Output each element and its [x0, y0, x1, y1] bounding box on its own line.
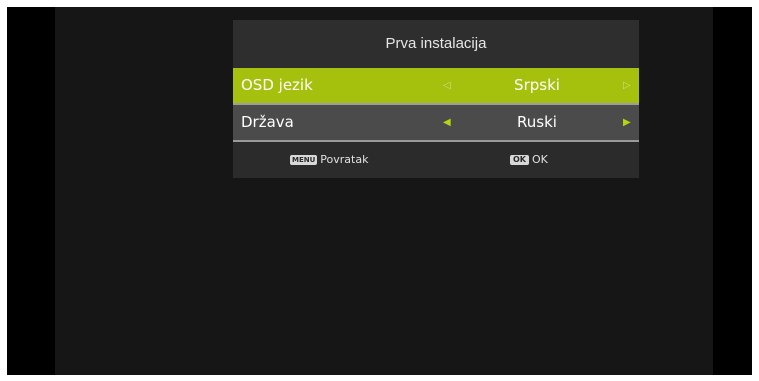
osd-language-label: OSD jezik: [241, 76, 313, 94]
dialog-title: Prva instalacija: [233, 20, 639, 68]
right-arrow-icon[interactable]: ▷: [623, 68, 631, 103]
ok-hint[interactable]: OK OK: [510, 142, 548, 178]
ok-key-icon: OK: [510, 155, 529, 165]
left-arrow-icon[interactable]: ◁: [443, 68, 451, 103]
left-arrow-icon[interactable]: ◀: [443, 105, 451, 140]
back-hint[interactable]: MENU Povratak: [290, 142, 368, 178]
tv-display-area: Prva instalacija OSD jezik ◁ Srpski ▷ Dr…: [55, 7, 713, 375]
ok-label: OK: [532, 153, 548, 166]
first-installation-dialog: Prva instalacija OSD jezik ◁ Srpski ▷ Dr…: [233, 20, 639, 178]
country-row[interactable]: Država ◀ Ruski ▶: [233, 105, 639, 142]
right-arrow-icon[interactable]: ▶: [623, 105, 631, 140]
osd-language-row[interactable]: OSD jezik ◁ Srpski ▷: [233, 68, 639, 105]
dialog-footer: MENU Povratak OK OK: [233, 142, 639, 178]
country-label: Država: [241, 113, 294, 131]
country-value: Ruski: [517, 113, 557, 131]
tv-screen: Prva instalacija OSD jezik ◁ Srpski ▷ Dr…: [7, 7, 752, 375]
osd-language-value: Srpski: [514, 76, 560, 94]
menu-key-icon: MENU: [290, 155, 318, 165]
back-label: Povratak: [320, 153, 369, 166]
